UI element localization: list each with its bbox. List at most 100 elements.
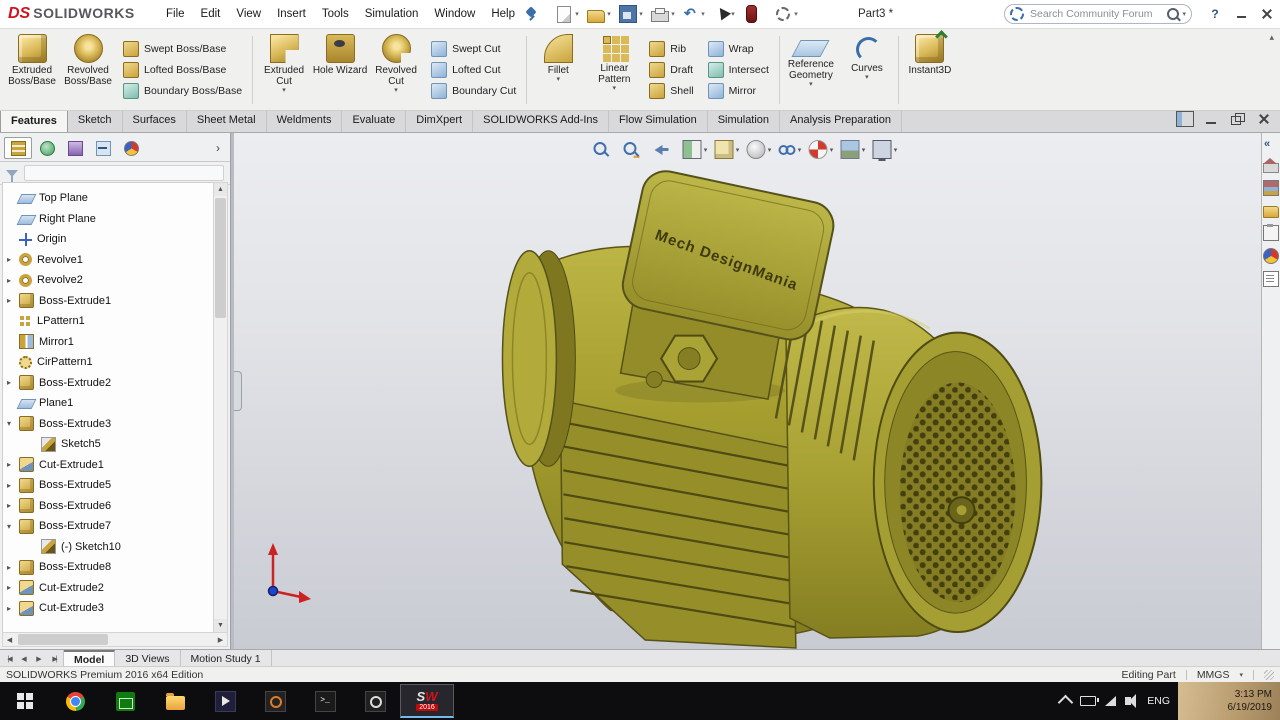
revolved-cut-caret-icon[interactable] [394,87,398,95]
menu-file[interactable]: File [158,0,193,28]
document-close-button[interactable] [1256,112,1272,126]
model-tab[interactable]: Model [64,650,116,667]
expand-arrow-icon[interactable] [7,481,18,490]
revolved-boss-base-button[interactable]: Revolved Boss/Base [60,30,116,110]
draft-button[interactable]: Draft [647,62,695,78]
taskbar-start[interactable] [0,682,50,720]
intersect-button[interactable]: Intersect [706,62,771,78]
scroll-up-icon[interactable] [214,183,227,196]
motor-model[interactable]: Mech DesignMania [231,133,1261,649]
tree-item[interactable]: Revolve1 [3,250,213,271]
filter-input[interactable] [24,165,224,181]
hud-caret-icon[interactable] [702,146,710,154]
tree-item[interactable]: Plane1 [3,393,213,414]
tree-item[interactable]: Boss-Extrude1 [3,291,213,312]
scroll-down-icon[interactable] [214,619,227,632]
expand-arrow-icon[interactable] [7,501,18,510]
extruded-cut-button[interactable]: Extruded Cut [256,30,312,110]
hole-wizard-button[interactable]: Hole Wizard [312,30,368,110]
swept-cut-button[interactable]: Swept Cut [429,41,518,57]
panel-splitter-handle[interactable] [234,371,242,411]
menu-insert[interactable]: Insert [269,0,314,28]
tree-item[interactable]: Origin [3,229,213,250]
tab-dimxpert[interactable]: DimXpert [406,108,474,132]
expand-arrow-icon[interactable] [7,276,18,285]
tree-item[interactable]: CirPattern1 [3,352,213,373]
lofted-boss-base-button[interactable]: Lofted Boss/Base [121,62,244,78]
resize-grip-icon[interactable] [1264,670,1274,680]
taskbar-solidworks[interactable]: SW 2016 [400,684,454,718]
tab-sketch[interactable]: Sketch [68,108,123,132]
filter-icon[interactable] [6,169,18,182]
menu-simulation[interactable]: Simulation [357,0,427,28]
fillet-button[interactable]: Fillet [530,30,586,110]
taskbar-camera[interactable] [350,682,400,720]
dropdown-caret-icon[interactable] [637,10,645,18]
revolved-cut-button[interactable]: Revolved Cut [368,30,424,110]
community-search[interactable] [1004,4,1192,24]
tree-item[interactable]: Mirror1 [3,332,213,353]
dropdown-caret-icon[interactable] [573,10,581,18]
tree-item[interactable]: Revolve2 [3,270,213,291]
taskbar-store[interactable] [100,682,150,720]
tab-features[interactable]: Features [0,108,68,132]
swept-boss-base-button[interactable]: Swept Boss/Base [121,41,244,57]
select-button[interactable] [711,5,739,23]
hud-caret-icon[interactable] [892,146,900,154]
help-button[interactable]: ? [1202,0,1228,28]
apply-scene-button[interactable] [840,138,869,161]
tray-expand-icon[interactable] [1057,694,1074,711]
dropdown-caret-icon[interactable] [792,10,800,18]
extruded-cut-caret-icon[interactable] [282,87,286,95]
minimize-window-button[interactable] [1228,0,1254,28]
tab-flow-simulation[interactable]: Flow Simulation [609,108,708,132]
displaymanager-tab[interactable] [118,138,144,158]
first-tab-icon[interactable] [3,655,15,663]
tree-item[interactable]: LPattern1 [3,311,213,332]
tree-item[interactable]: (-) Sketch10 [3,537,213,558]
units-caret-icon[interactable] [1239,671,1243,679]
volume-icon[interactable] [1125,694,1137,708]
expand-arrow-icon[interactable] [7,460,18,469]
taskbar-video-app[interactable] [200,682,250,720]
view-palette[interactable] [1263,224,1279,241]
tab-simulation[interactable]: Simulation [708,108,781,132]
hud-caret-icon[interactable] [796,146,804,154]
expand-arrow-icon[interactable] [7,255,18,264]
print-button[interactable] [649,6,679,23]
open-button[interactable] [585,5,615,24]
tree-item[interactable]: Cut-Extrude1 [3,455,213,476]
network-icon[interactable] [1105,696,1117,706]
ribbon-collapse-icon[interactable] [1269,32,1274,43]
document-minimize-button[interactable] [1204,112,1220,126]
search-caret-icon[interactable] [1182,10,1186,18]
tab-surfaces[interactable]: Surfaces [123,108,187,132]
wrap-button[interactable]: Wrap [706,41,771,57]
expand-arrow-icon[interactable] [7,604,18,613]
tab-sheet-metal[interactable]: Sheet Metal [187,108,267,132]
fillet-caret-icon[interactable] [557,76,561,84]
tree-item[interactable]: Cut-Extrude3 [3,598,213,619]
horizontal-scroll-thumb[interactable] [18,634,108,645]
reference-geometry-button[interactable]: Reference Geometry [783,30,839,110]
curves-button[interactable]: Curves [839,30,895,110]
taskbar-music-app[interactable] [250,682,300,720]
search-icon[interactable] [1167,8,1180,20]
tree-item[interactable]: Boss-Extrude6 [3,496,213,517]
dropdown-caret-icon[interactable] [699,10,707,18]
appearances-scenes[interactable] [1263,248,1279,264]
menu-view[interactable]: View [228,0,269,28]
panel-chevron-icon[interactable] [210,141,226,155]
tree-item[interactable]: Boss-Extrude3 [3,414,213,435]
configurationmanager-tab[interactable] [62,138,88,158]
tree-vertical-scrollbar[interactable] [213,182,228,633]
extruded-boss-base-button[interactable]: Extruded Boss/Base [4,30,60,110]
boundary-boss-base-button[interactable]: Boundary Boss/Base [121,83,244,99]
expand-arrow-icon[interactable] [7,419,18,428]
tab-evaluate[interactable]: Evaluate [342,108,407,132]
rib-button[interactable]: Rib [647,41,695,57]
last-tab-icon[interactable] [48,655,60,663]
task-pane-collapse[interactable] [1264,137,1278,151]
solidworks-resources[interactable] [1263,158,1279,173]
reference-geometry-caret-icon[interactable] [809,81,813,89]
